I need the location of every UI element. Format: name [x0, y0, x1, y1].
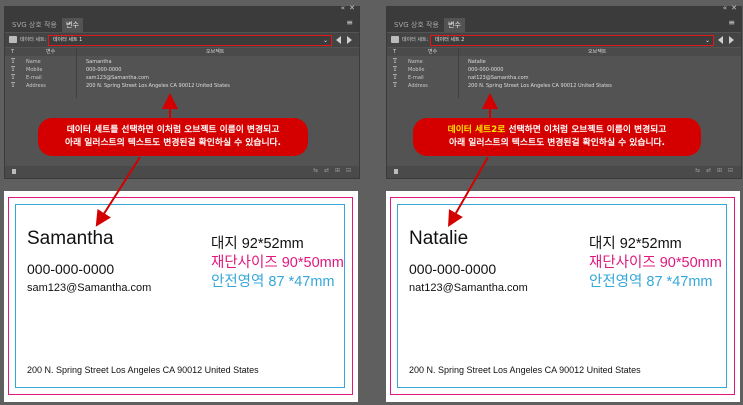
- arrow-to-card: [95, 156, 141, 227]
- arrow-to-card: [448, 156, 489, 227]
- annotation-arrows: [95, 93, 498, 227]
